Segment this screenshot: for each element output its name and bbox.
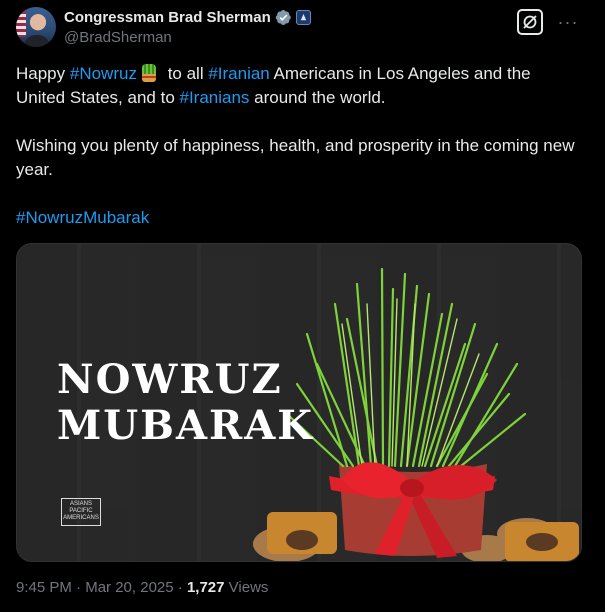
- display-name[interactable]: Congressman Brad Sherman: [64, 9, 271, 26]
- logo-line-1: ASIANS: [69, 501, 92, 507]
- hashtag-nowruz[interactable]: #Nowruz: [70, 64, 137, 83]
- text-segment: Happy: [16, 64, 70, 83]
- image-title: NOWRUZ MUBARAK: [57, 357, 314, 449]
- image-title-line-1: NOWRUZ: [57, 356, 283, 403]
- logo-line-3: AMERICANS: [63, 515, 99, 521]
- post-date[interactable]: Mar 20, 2025: [85, 579, 173, 596]
- hashtag-iranian[interactable]: #Iranian: [208, 64, 269, 83]
- post-time[interactable]: 9:45 PM: [16, 579, 72, 596]
- grok-icon: [523, 15, 537, 29]
- post-image[interactable]: NOWRUZ MUBARAK ASIANS PACIFIC AMERICANS: [16, 243, 582, 562]
- views-label: Views: [224, 579, 269, 596]
- post-meta: 9:45 PM · Mar 20, 2025 · 1,727 Views: [16, 579, 268, 596]
- author-handle[interactable]: @BradSherman: [64, 29, 172, 46]
- grok-button[interactable]: [517, 9, 543, 35]
- hashtag-nowruzmubarak[interactable]: #NowruzMubarak: [16, 208, 149, 227]
- author-name-row: Congressman Brad Sherman: [64, 9, 311, 26]
- government-affiliation-icon: [295, 10, 311, 25]
- text-segment: around the world.: [249, 88, 386, 107]
- sabzeh-emoji-icon: [141, 64, 157, 82]
- post-text: Happy #Nowruz to all #Iranian Americans …: [16, 62, 576, 230]
- post-paragraph-1: Happy #Nowruz to all #Iranian Americans …: [16, 62, 576, 110]
- avatar[interactable]: [16, 7, 56, 47]
- text-segment: to all: [162, 64, 209, 83]
- post-paragraph-3: #NowruzMubarak: [16, 206, 576, 230]
- views-count: 1,727: [186, 579, 225, 596]
- verified-badge-icon: [275, 10, 291, 25]
- meta-separator: ·: [71, 579, 86, 596]
- logo-line-2: PACIFIC: [69, 508, 93, 514]
- hashtag-iranians[interactable]: #Iranians: [180, 88, 250, 107]
- meta-separator: ·: [173, 579, 187, 596]
- post-paragraph-2: Wishing you plenty of happiness, health,…: [16, 136, 575, 179]
- post-header: Congressman Brad Sherman @BradSherman ··…: [16, 7, 589, 49]
- image-title-line-2: MUBARAK: [57, 402, 315, 449]
- image-logo: ASIANS PACIFIC AMERICANS: [61, 498, 101, 526]
- more-options-button[interactable]: ···: [557, 11, 579, 33]
